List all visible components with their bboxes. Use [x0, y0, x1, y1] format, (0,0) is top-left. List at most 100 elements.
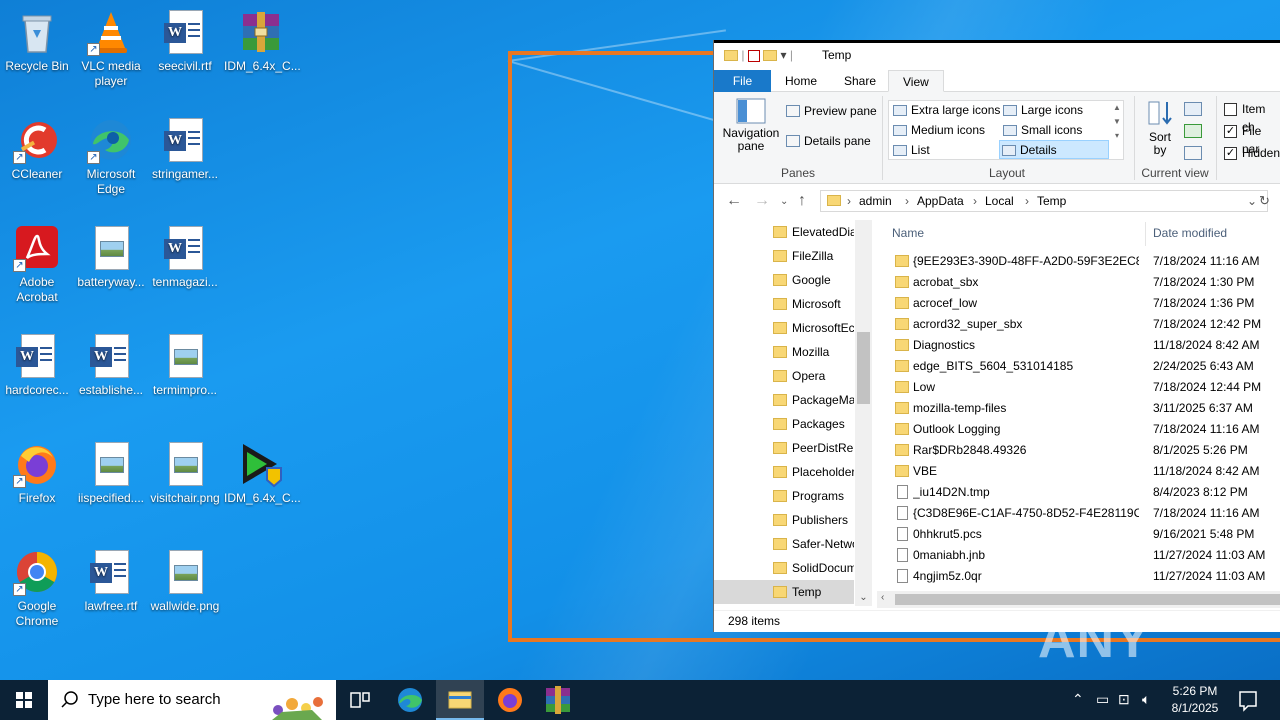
file-row[interactable]: 4ngjim5z.0qr 11/27/2024 11:03 AM: [877, 566, 1280, 587]
file-row[interactable]: VBE 11/18/2024 8:42 AM: [877, 461, 1280, 482]
item-checkboxes-toggle[interactable]: Item ch: [1222, 100, 1280, 134]
nav-item[interactable]: PackageMa: [714, 388, 854, 412]
notification-center-button[interactable]: [1230, 680, 1266, 720]
nav-item[interactable]: FileZilla: [714, 244, 854, 268]
tab-share[interactable]: Share: [830, 70, 890, 92]
file-name-extensions-toggle[interactable]: ✓ File nar: [1222, 122, 1280, 156]
breadcrumb-admin[interactable]: admin: [859, 191, 892, 211]
tab-home[interactable]: Home: [771, 70, 831, 92]
horizontal-scrollbar[interactable]: ‹: [877, 591, 1280, 608]
add-columns-icon[interactable]: [1184, 124, 1202, 138]
forward-arrow-icon[interactable]: →: [754, 192, 770, 210]
file-row[interactable]: mozilla-temp-files 3/11/2025 6:37 AM: [877, 398, 1280, 419]
nav-item[interactable]: Publishers: [714, 508, 854, 532]
nav-item[interactable]: Safer-Netwo: [714, 532, 854, 556]
layout-large-icons[interactable]: Large icons: [1001, 101, 1083, 120]
volume-icon[interactable]: 🔈︎: [1142, 691, 1150, 708]
desktop-icon-adobe-acrobat[interactable]: ↗ Adobe Acrobat: [0, 224, 74, 305]
column-header-name[interactable]: Name: [892, 226, 924, 240]
layout-details[interactable]: Details: [999, 140, 1109, 159]
nav-scrollbar[interactable]: ⌄: [855, 220, 872, 606]
address-bar[interactable]: › admin › AppData › Local › Temp ⌄: [820, 190, 1268, 212]
layout-extra-large-icons[interactable]: Extra large icons: [891, 101, 1000, 120]
nav-item[interactable]: Mozilla: [714, 340, 854, 364]
taskbar-winrar[interactable]: [534, 680, 582, 720]
nav-item[interactable]: Opera: [714, 364, 854, 388]
desktop-icon-microsoft-edge[interactable]: ↗ Microsoft Edge: [74, 116, 148, 197]
nav-item[interactable]: Packages: [714, 412, 854, 436]
desktop-icon-idm-setup[interactable]: IDM_6.4x_C...: [224, 440, 301, 506]
file-row[interactable]: acrobat_sbx 7/18/2024 1:30 PM: [877, 272, 1280, 293]
desktop-icon-ccleaner[interactable]: ↗ CCleaner: [0, 116, 74, 182]
nav-item[interactable]: Google: [714, 268, 854, 292]
refresh-icon[interactable]: ↻: [1259, 193, 1270, 209]
system-clock[interactable]: 5:26 PM 8/1/2025: [1166, 683, 1224, 717]
start-button[interactable]: [0, 680, 48, 720]
file-row[interactable]: 0hhkrut5.pcs 9/16/2021 5:48 PM: [877, 524, 1280, 545]
desktop-icon-seecivil[interactable]: W seecivil.rtf: [148, 8, 222, 74]
desktop-icon-lawfree[interactable]: W lawfree.rtf: [74, 548, 148, 614]
address-dropdown-icon[interactable]: ⌄: [1247, 191, 1257, 211]
network-icon[interactable]: ⊡: [1118, 691, 1130, 708]
taskbar-file-explorer[interactable]: [436, 680, 484, 720]
hidden-items-toggle[interactable]: ✓ Hidden: [1222, 144, 1280, 162]
nav-scrollbar-thumb[interactable]: [857, 332, 870, 404]
preview-pane-button[interactable]: Preview pane: [786, 104, 877, 118]
taskbar-edge[interactable]: [386, 680, 434, 720]
desktop-icon-recycle-bin[interactable]: Recycle Bin: [0, 8, 74, 74]
taskbar-search-box[interactable]: Type here to search: [48, 680, 336, 720]
nav-item[interactable]: ElevatedDia: [714, 220, 854, 244]
nav-item[interactable]: Programs: [714, 484, 854, 508]
layout-list[interactable]: List: [891, 141, 930, 160]
properties-icon[interactable]: [747, 49, 760, 62]
details-pane-button[interactable]: Details pane: [786, 134, 871, 148]
file-row[interactable]: {9EE293E3-390D-48FF-A2D0-59F3E2EC88... 7/…: [877, 251, 1280, 272]
file-row[interactable]: Diagnostics 11/18/2024 8:42 AM: [877, 335, 1280, 356]
desktop-icon-batteryway[interactable]: batteryway...: [74, 224, 148, 290]
file-row[interactable]: 0maniabh.jnb 11/27/2024 11:03 AM: [877, 545, 1280, 566]
nav-item[interactable]: MicrosoftEc: [714, 316, 854, 340]
taskbar-firefox[interactable]: [486, 680, 534, 720]
breadcrumb-local[interactable]: Local: [985, 191, 1014, 211]
file-row[interactable]: {C3D8E96E-C1AF-4750-8D52-F4E28119C1... 7/…: [877, 503, 1280, 524]
layout-scroll[interactable]: ▲ ▼ ▾: [1111, 101, 1123, 159]
show-hidden-icons-chevron-icon[interactable]: ⌃: [1072, 691, 1084, 708]
desktop-icon-visitchair[interactable]: visitchair.png: [148, 440, 222, 506]
layout-medium-icons[interactable]: Medium icons: [891, 121, 985, 140]
nav-item[interactable]: PeerDistRep: [714, 436, 854, 460]
file-row[interactable]: Low 7/18/2024 12:44 PM: [877, 377, 1280, 398]
nav-item[interactable]: Placeholder: [714, 460, 854, 484]
nav-item-selected[interactable]: Temp: [714, 580, 854, 604]
desktop-icon-google-chrome[interactable]: ↗ Google Chrome: [0, 548, 74, 629]
device-icon[interactable]: ▭: [1096, 691, 1109, 708]
column-divider[interactable]: [1145, 222, 1146, 246]
title-bar[interactable]: | ▾ | Temp: [714, 40, 1280, 68]
desktop-icon-stringamer[interactable]: W stringamer...: [148, 116, 222, 182]
navigation-pane-button[interactable]: Navigation pane: [720, 98, 782, 153]
size-columns-icon[interactable]: [1184, 146, 1202, 160]
nav-item[interactable]: SolidDocum: [714, 556, 854, 580]
up-arrow-icon[interactable]: ↑: [798, 192, 806, 210]
back-arrow-icon[interactable]: ←: [726, 192, 742, 210]
desktop-icon-establishe[interactable]: W establishe...: [74, 332, 148, 398]
recent-locations-chevron-icon[interactable]: ⌄: [780, 196, 788, 207]
scroll-down-icon[interactable]: ⌄: [855, 589, 872, 606]
desktop-icon-termimpro[interactable]: termimpro...: [148, 332, 222, 398]
column-header-date-modified[interactable]: Date modified: [1153, 226, 1227, 240]
tab-view[interactable]: View: [888, 70, 944, 92]
desktop-icon-hardcorec[interactable]: W hardcorec...: [0, 332, 74, 398]
file-row[interactable]: acrord32_super_sbx 7/18/2024 12:42 PM: [877, 314, 1280, 335]
breadcrumb-temp[interactable]: Temp: [1037, 191, 1066, 211]
new-folder-icon[interactable]: [763, 50, 778, 62]
desktop-icon-wallwide[interactable]: wallwide.png: [148, 548, 222, 614]
task-view-button[interactable]: [336, 680, 384, 720]
file-row[interactable]: _iu14D2N.tmp 8/4/2023 8:12 PM: [877, 482, 1280, 503]
horizontal-scrollbar-thumb[interactable]: [895, 594, 1280, 605]
file-row[interactable]: Rar$DRb2848.49326 8/1/2025 5:26 PM: [877, 440, 1280, 461]
nav-item[interactable]: Microsoft: [714, 292, 854, 316]
desktop-icon-iispecified[interactable]: iispecified....: [74, 440, 148, 506]
tab-file[interactable]: File: [714, 70, 771, 92]
scroll-left-icon[interactable]: ‹: [881, 592, 884, 603]
desktop-icon-idm-archive[interactable]: IDM_6.4x_C...: [224, 8, 301, 74]
quick-access-toolbar[interactable]: | ▾ |: [724, 48, 793, 62]
